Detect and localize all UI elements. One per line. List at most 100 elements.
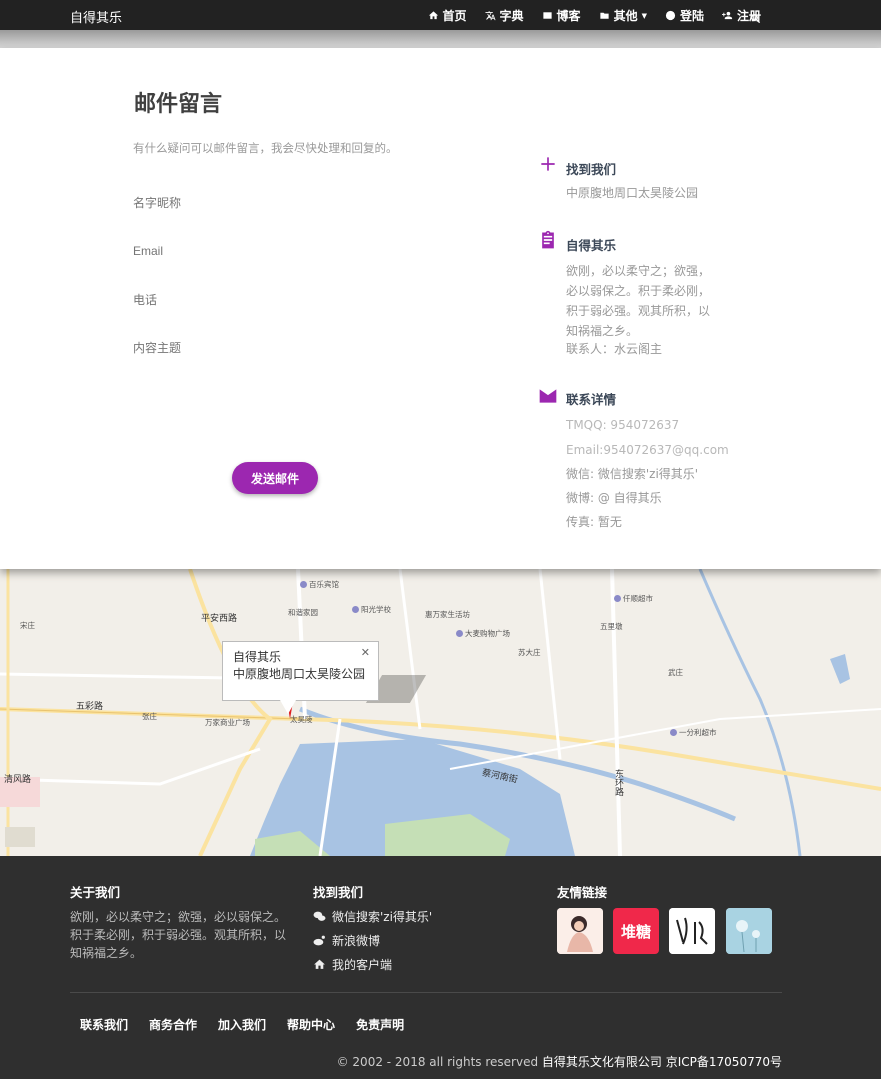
map-label: 宋庄 (20, 621, 35, 630)
map-label: 仟顺超市 (614, 593, 653, 604)
footer-about-title: 关于我们 (70, 885, 121, 900)
nav-menu: 首页 字典 博客 其他 ▼ 登陆 注册 (428, 7, 761, 24)
nav-search-button[interactable] (750, 9, 761, 28)
map-label: 和谐家园 (288, 608, 318, 617)
map-label: 张庄 (142, 712, 157, 721)
copyright-prefix: © 2002 - 2018 all rights reserved (336, 1055, 542, 1069)
friend-link-3[interactable] (669, 908, 715, 954)
contact-person: 联系人：水云阁主 (566, 342, 663, 356)
footer-bottom-links: 联系我们 商务合作 加入我们 帮助中心 免责声明 (80, 1016, 404, 1033)
map-info-window: ✕ 自得其乐 中原腹地周口太昊陵公园 (222, 641, 379, 701)
close-icon[interactable]: ✕ (361, 644, 370, 661)
footer-link-label: 新浪微博 (332, 934, 381, 948)
map-label: 阳光学校 (352, 604, 391, 615)
find-us-address: 中原腹地周口太昊陵公园 (566, 186, 699, 200)
map-label: 苏大庄 (518, 648, 541, 657)
map-label: 五彩路 (76, 702, 104, 712)
footer-link-business[interactable]: 商务合作 (149, 1016, 197, 1033)
translate-icon (484, 11, 496, 21)
fax-text: 传真: 暂无 (566, 515, 622, 529)
calligraphy-icon (669, 908, 715, 954)
phone-field[interactable] (133, 293, 373, 307)
nav-dictionary-label: 字典 (499, 9, 524, 23)
about-title: 自得其乐 (566, 238, 617, 253)
nav-login[interactable]: 登陆 (665, 7, 704, 24)
qq-text: TMQQ: 954072637 (566, 418, 680, 432)
caret-down-icon: ▼ (641, 11, 647, 20)
footer-about-text: 欲刚，必以柔守之；欲强，必以弱保之。积于柔必刚，积于弱必强。观其所积，以知祸福之… (70, 910, 287, 960)
footer-link-label: 微信搜索'zi得其乐' (332, 910, 433, 924)
find-us-title: 找到我们 (566, 162, 617, 177)
footer-link-disclaimer[interactable]: 免责声明 (356, 1016, 404, 1033)
map-label: 武庄 (668, 668, 683, 677)
map-label: 东环路 (613, 769, 623, 796)
about-text: 欲刚，必以柔守之；欲强，必以弱保之。积于柔必刚，积于弱必强。观其所积，以知祸福之… (566, 264, 711, 338)
map-label: 大麦购物广场 (456, 628, 510, 639)
mail-icon (538, 386, 558, 406)
footer-link-help[interactable]: 帮助中心 (287, 1016, 335, 1033)
footer-link-contact[interactable]: 联系我们 (80, 1016, 128, 1033)
header-shadow (0, 30, 881, 48)
subject-field[interactable] (133, 341, 373, 355)
details-title: 联系详情 (566, 392, 617, 407)
footer-divider (70, 992, 782, 993)
add-user-icon (721, 11, 733, 20)
popup-title: 自得其乐 (233, 650, 282, 664)
map-label: 太昊陵 (290, 715, 313, 724)
footer-link-weibo[interactable]: 新浪微博 (313, 932, 380, 949)
send-email-button[interactable]: 发送邮件 (232, 462, 318, 494)
home-icon (428, 11, 438, 20)
location-map[interactable]: ✕ 自得其乐 中原腹地周口太昊陵公园 平安西路 五彩路 清风路 东环路 蔡河南街… (0, 569, 881, 856)
email-field[interactable] (133, 244, 373, 258)
nav-home-label: 首页 (442, 9, 467, 23)
footer-link-client[interactable]: 我的客户端 (313, 956, 392, 973)
icp-number[interactable]: 京ICP备17050770号 (662, 1055, 782, 1069)
contact-card: 邮件留言 有什么疑问可以邮件留言，我会尽快处理和回复的。 发送邮件 找到我们 中… (0, 48, 881, 569)
nav-blog[interactable]: 博客 (542, 7, 581, 24)
search-icon (751, 14, 761, 24)
copyright: © 2002 - 2018 all rights reserved 自得其乐文化… (337, 1053, 782, 1070)
nav-home[interactable]: 首页 (428, 7, 467, 24)
wechat-icon (313, 911, 326, 921)
nav-login-label: 登陆 (679, 9, 704, 23)
weibo-text: 微博: @ 自得其乐 (566, 491, 662, 505)
nav-blog-label: 博客 (556, 9, 581, 23)
site-footer: 关于我们 欲刚，必以柔守之；欲强，必以弱保之。积于柔必刚，积于弱必强。观其所积，… (0, 856, 881, 1079)
brand-link[interactable]: 自得其乐 (70, 7, 122, 26)
map-label: 惠万家生活坊 (425, 610, 470, 619)
clipboard-icon (538, 230, 558, 250)
map-label: 平安西路 (201, 614, 238, 624)
folder-icon (599, 12, 609, 19)
page-title: 邮件留言 (134, 91, 223, 117)
wechat-text: 微信: 微信搜索'zi得其乐' (566, 467, 699, 481)
nav-other-label: 其他 (613, 9, 638, 23)
portrait-icon (557, 908, 603, 954)
friend-link-4[interactable] (726, 908, 772, 954)
name-field[interactable] (133, 196, 373, 210)
footer-link-label: 我的客户端 (332, 958, 393, 972)
company-name[interactable]: 自得其乐文化有限公司 (542, 1055, 662, 1069)
map-label: 清风路 (4, 775, 32, 785)
footer-friends-title: 友情链接 (557, 885, 608, 900)
footer-link-join[interactable]: 加入我们 (218, 1016, 266, 1033)
popup-address: 中原腹地周口太昊陵公园 (233, 667, 366, 681)
friend-link-2[interactable]: 堆糖 (613, 908, 659, 954)
account-icon (665, 10, 676, 21)
dandelion-icon (726, 908, 772, 954)
email-text: Email:954072637@qq.com (566, 443, 729, 457)
plus-icon (538, 154, 558, 174)
home-icon (314, 959, 325, 969)
friend-link-1[interactable] (557, 908, 603, 954)
popup-pointer (280, 700, 296, 714)
weibo-icon (313, 935, 325, 946)
nav-dictionary[interactable]: 字典 (484, 7, 524, 24)
map-label: 五里墩 (600, 622, 623, 631)
map-label: 百乐宾馆 (300, 579, 339, 590)
map-label: 一分利超市 (670, 727, 717, 738)
map-label: 万家商业广场 (205, 718, 250, 727)
nav-other-dropdown[interactable]: 其他 ▼ (599, 7, 647, 24)
footer-link-wechat[interactable]: 微信搜索'zi得其乐' (313, 908, 432, 925)
contact-lead: 有什么疑问可以邮件留言，我会尽快处理和回复的。 (133, 141, 398, 155)
friend-logo-text: 堆糖 (620, 922, 651, 941)
footer-find-title: 找到我们 (313, 885, 364, 900)
